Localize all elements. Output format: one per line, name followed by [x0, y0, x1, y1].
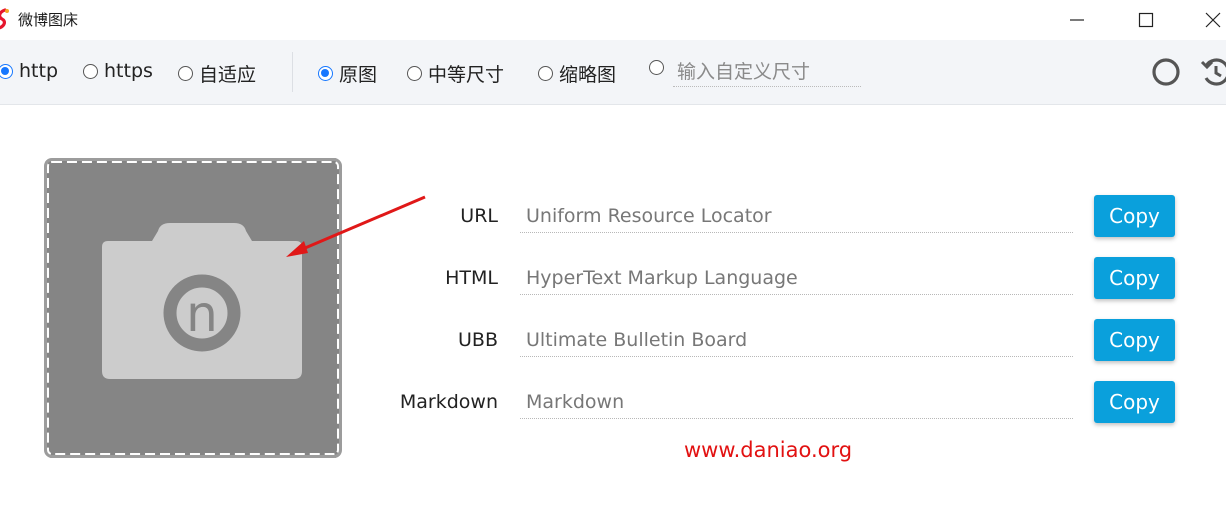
history-icon[interactable] — [1200, 56, 1226, 88]
pointer-arrow-icon — [286, 195, 426, 257]
copy-url-button[interactable]: Copy — [1094, 195, 1175, 237]
title-bar: 微博图床 — [0, 0, 1226, 40]
close-icon — [1205, 12, 1221, 28]
copy-markdown-button[interactable]: Copy — [1094, 381, 1175, 423]
radio-https[interactable]: https — [83, 60, 153, 82]
url-label: URL — [460, 205, 498, 227]
url-field[interactable] — [520, 199, 1073, 233]
circle-icon[interactable] — [1150, 56, 1182, 88]
watermark-text: www.daniao.org — [684, 438, 853, 462]
radio-button[interactable] — [318, 66, 333, 81]
camera-glyph: n — [186, 285, 218, 343]
toolbar-divider — [292, 52, 293, 92]
markdown-field[interactable] — [520, 385, 1073, 419]
radio-medium-size[interactable]: 中等尺寸 — [407, 60, 504, 87]
minimize-button[interactable] — [1054, 0, 1100, 40]
radio-button[interactable] — [649, 60, 664, 75]
radio-label: https — [104, 60, 153, 82]
radio-label: 中等尺寸 — [428, 64, 505, 86]
radio-original-size[interactable]: 原图 — [318, 60, 377, 87]
radio-label: 原图 — [339, 64, 378, 86]
ubb-field[interactable] — [520, 323, 1073, 357]
ubb-label: UBB — [458, 329, 498, 351]
radio-label: 自适应 — [199, 64, 257, 86]
radio-button[interactable] — [0, 63, 13, 79]
copy-html-button[interactable]: Copy — [1094, 257, 1175, 299]
toolbar: http https 自适应 原图 中等尺寸 缩略图 — [0, 40, 1226, 105]
window-title: 微博图床 — [18, 11, 79, 29]
maximize-icon — [1138, 12, 1154, 28]
radio-thumbnail[interactable]: 缩略图 — [538, 60, 616, 87]
markdown-label: Markdown — [399, 391, 498, 413]
radio-button[interactable] — [83, 63, 98, 79]
copy-ubb-button[interactable]: Copy — [1094, 319, 1175, 361]
radio-button[interactable] — [407, 66, 422, 81]
html-label: HTML — [445, 267, 498, 289]
radio-http[interactable]: http — [0, 60, 58, 82]
radio-button[interactable] — [538, 66, 553, 81]
weibo-logo-icon — [0, 8, 9, 30]
radio-custom-size[interactable] — [649, 60, 670, 75]
maximize-button[interactable] — [1123, 0, 1169, 40]
radio-adaptive[interactable]: 自适应 — [178, 60, 256, 87]
radio-label: http — [19, 60, 59, 82]
radio-button[interactable] — [178, 66, 193, 81]
custom-size-input[interactable] — [673, 57, 861, 87]
close-button[interactable] — [1190, 0, 1226, 40]
minimize-icon — [1070, 19, 1084, 21]
html-field[interactable] — [520, 261, 1073, 295]
radio-label: 缩略图 — [559, 64, 617, 86]
